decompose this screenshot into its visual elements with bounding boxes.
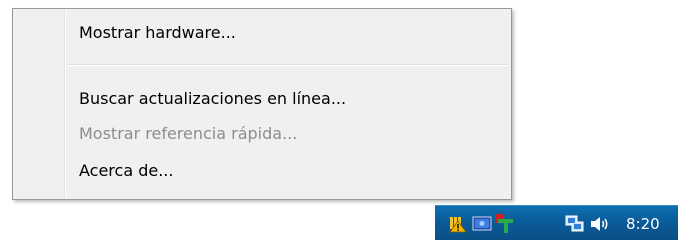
security-warning-icon[interactable] <box>449 215 467 233</box>
taskbar-tray: 8:20 <box>435 205 678 240</box>
context-menu: Mostrar hardware... Buscar actualizacion… <box>12 8 512 200</box>
menu-gutter-divider <box>64 11 66 197</box>
menu-item-about[interactable]: Acerca de... <box>79 161 173 181</box>
menu-item-check-updates[interactable]: Buscar actualizaciones en línea... <box>79 89 346 109</box>
taskbar-clock[interactable]: 8:20 <box>626 215 660 233</box>
monitor-icon[interactable] <box>472 215 492 233</box>
screen: Mostrar hardware... Buscar actualizacion… <box>0 0 678 240</box>
volume-icon[interactable] <box>589 215 608 233</box>
menu-item-show-hardware[interactable]: Mostrar hardware... <box>79 23 236 43</box>
network-icon[interactable] <box>565 215 584 233</box>
app-t-icon[interactable] <box>495 212 513 233</box>
menu-separator <box>67 64 508 66</box>
menu-item-show-quick-reference: Mostrar referencia rápida... <box>79 124 298 143</box>
